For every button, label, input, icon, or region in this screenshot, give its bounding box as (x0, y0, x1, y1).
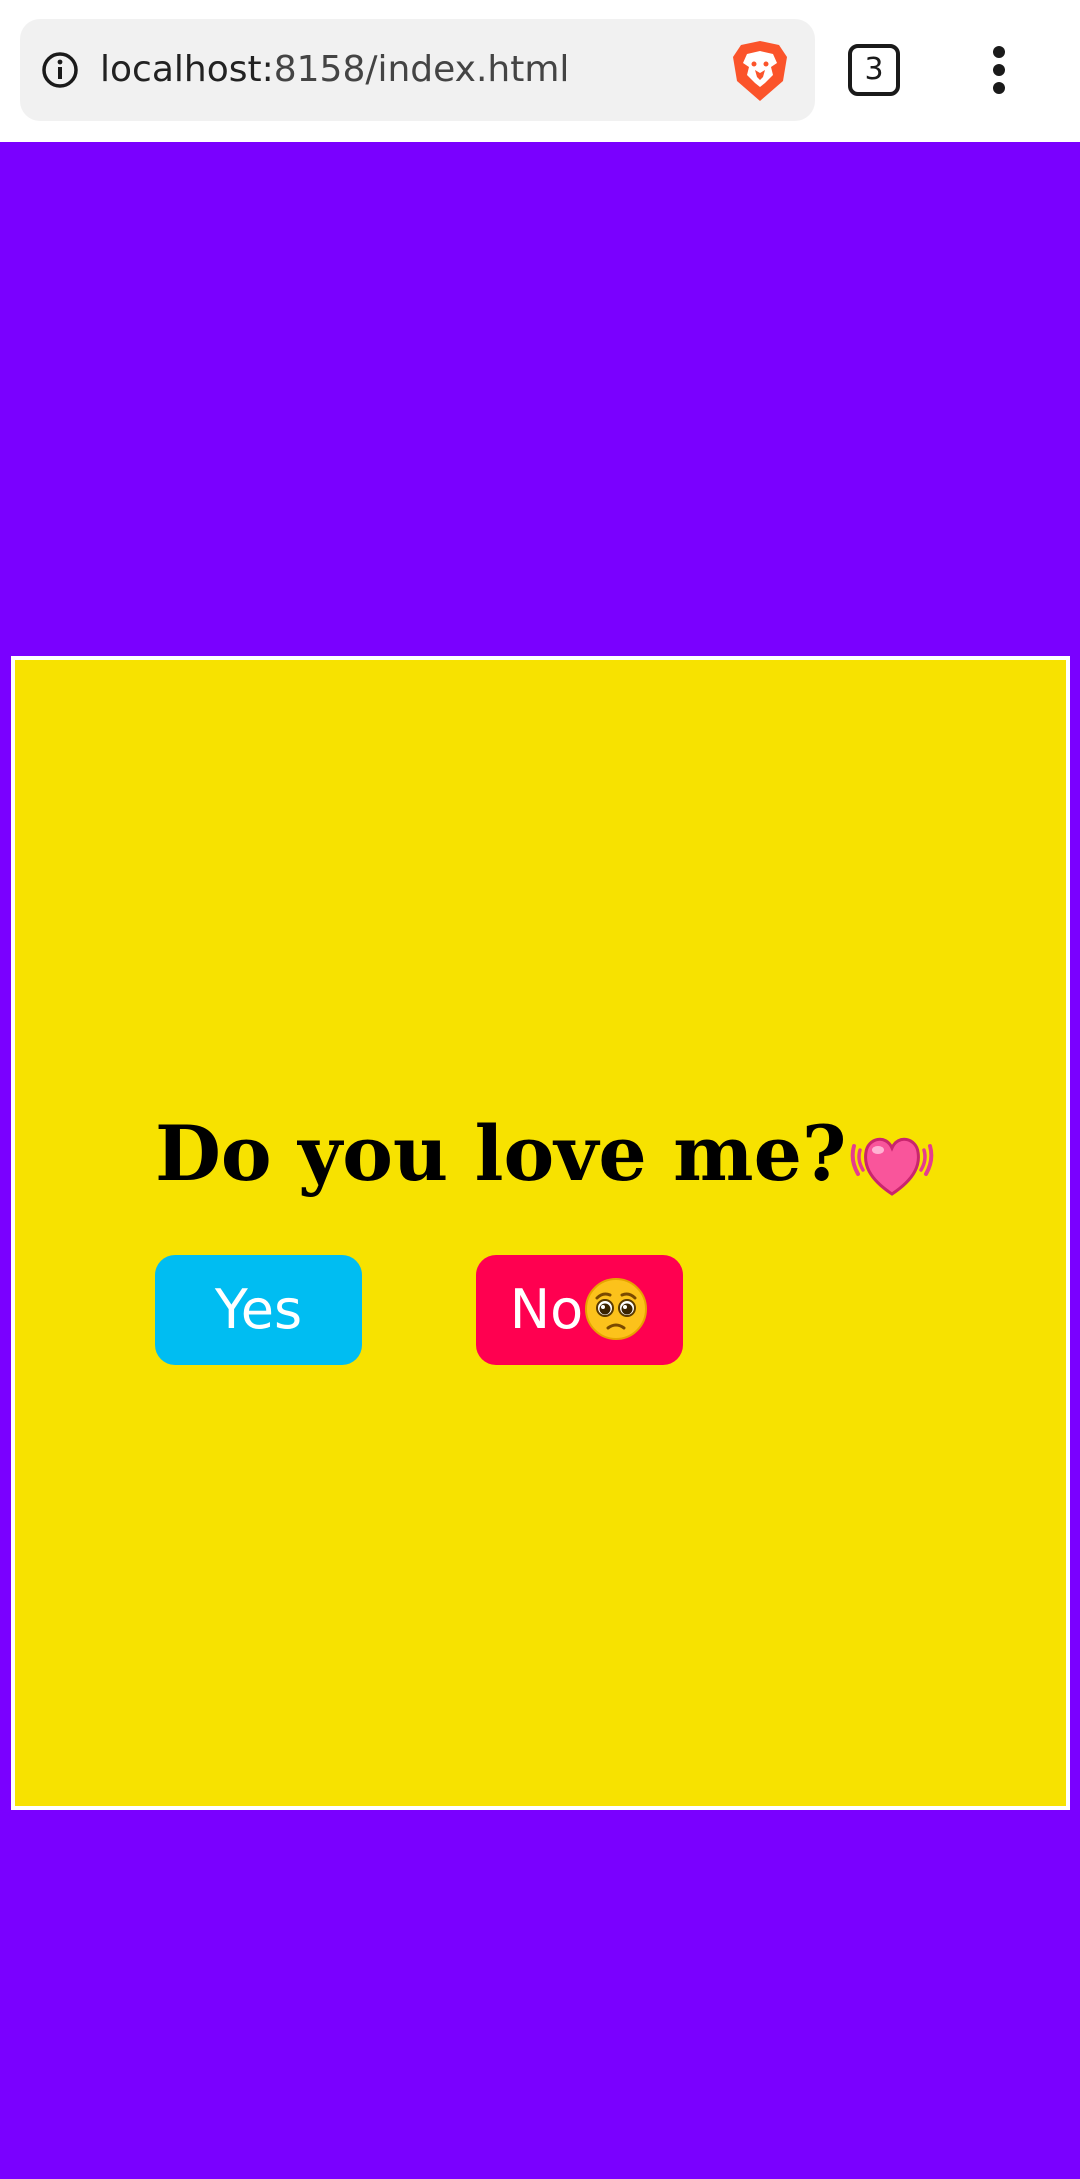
yes-button[interactable]: Yes (155, 1255, 362, 1365)
question-card: Do you love me? Yes No (11, 656, 1070, 1810)
pleading-face-icon (585, 1278, 648, 1341)
url-path: 8158/index.html (273, 49, 570, 90)
question-text: Do you love me? (155, 1109, 847, 1198)
kebab-menu-icon[interactable] (975, 44, 1023, 96)
tabs-button[interactable]: 3 (848, 44, 900, 96)
page-title: Do you love me? (155, 1109, 936, 1200)
menu-dot (993, 64, 1005, 76)
url-host: localhost: (100, 49, 274, 90)
url-text[interactable]: localhost:8158/index.html (100, 19, 569, 121)
browser-toolbar: localhost:8158/index.html 3 (0, 0, 1080, 142)
yes-label: Yes (214, 1278, 303, 1341)
beating-heart-icon (851, 1137, 934, 1196)
info-icon[interactable] (40, 50, 80, 90)
address-bar[interactable]: localhost:8158/index.html (20, 19, 815, 121)
brave-lion-icon[interactable] (725, 37, 795, 107)
no-button[interactable]: No (476, 1255, 683, 1365)
tab-count: 3 (864, 52, 884, 87)
no-label: No (509, 1278, 584, 1341)
menu-dot (993, 82, 1005, 94)
menu-dot (993, 46, 1005, 58)
